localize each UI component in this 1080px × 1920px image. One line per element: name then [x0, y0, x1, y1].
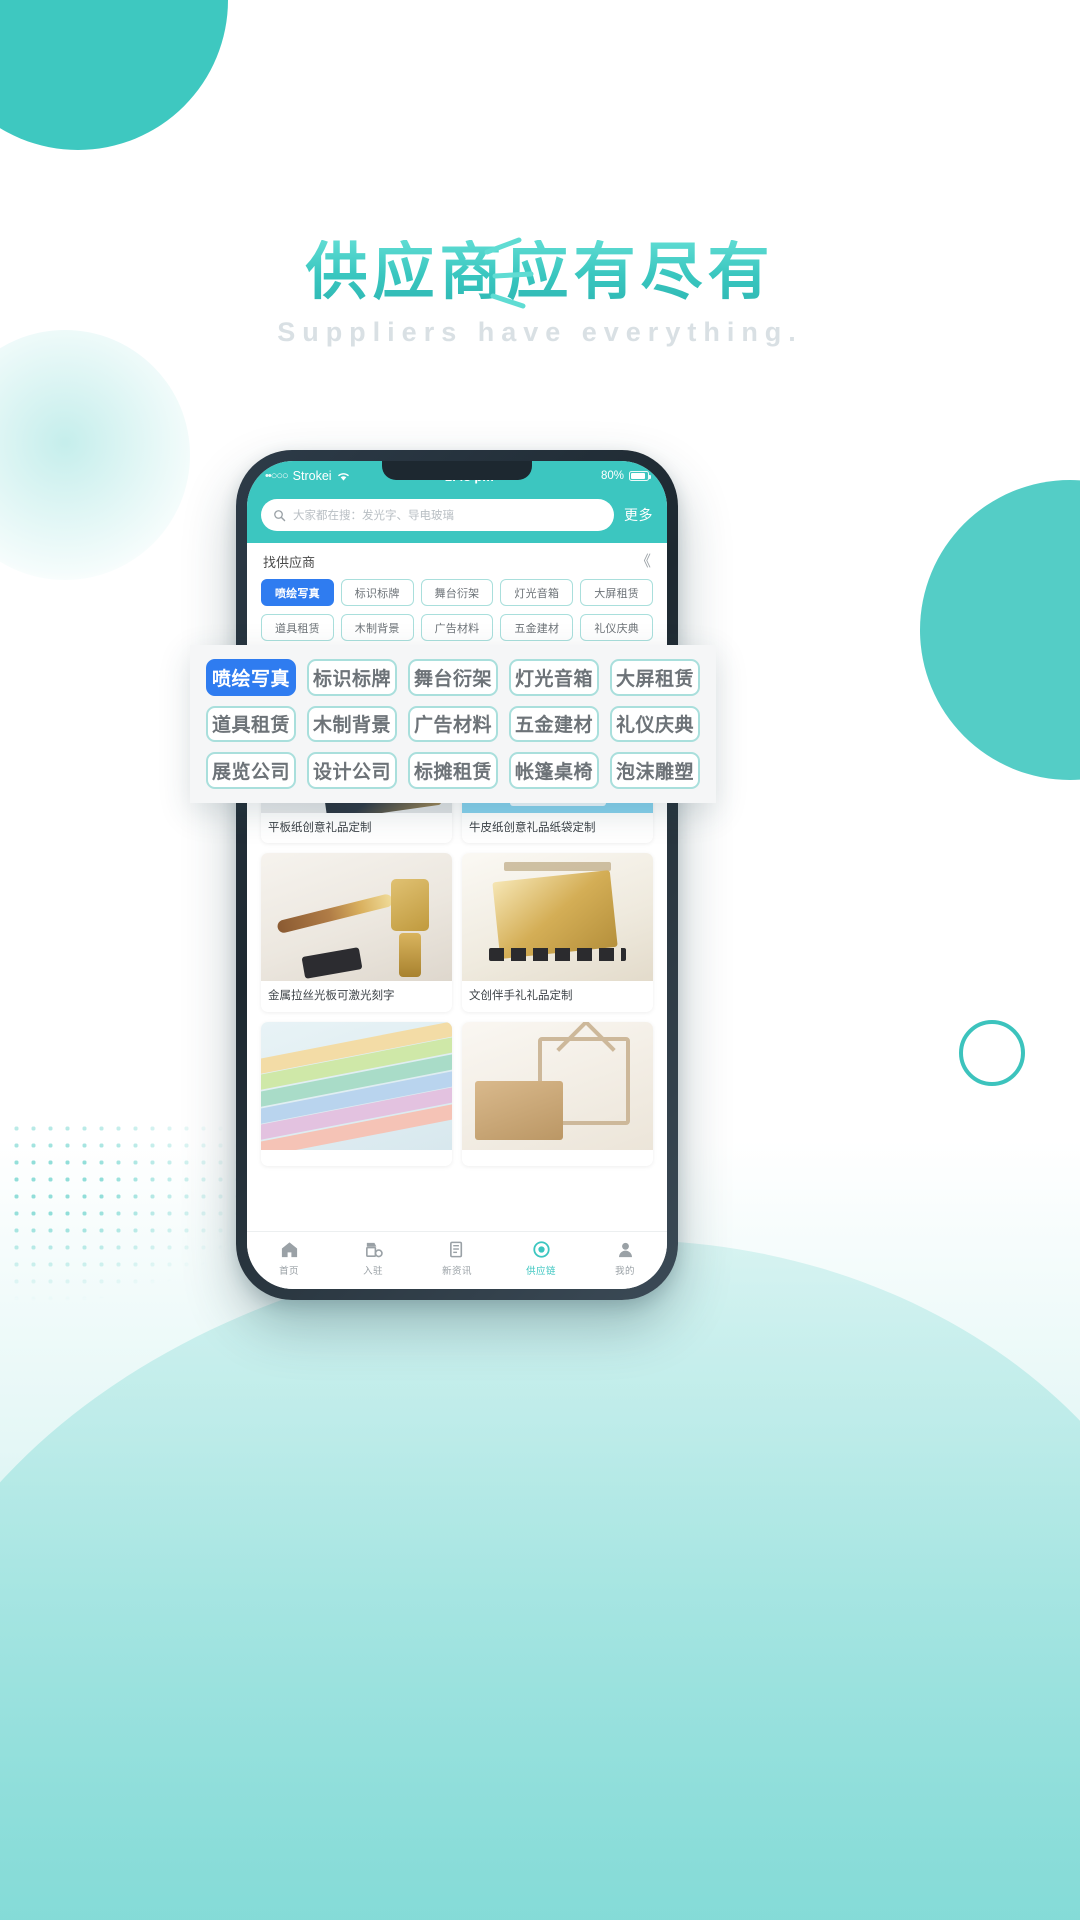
product-card[interactable]: 金属拉丝光板可激光刻字 — [261, 853, 452, 1012]
section-header-find-supplier: 找供应商 《 — [247, 543, 667, 576]
category-chip[interactable]: 大屏租赁 — [580, 579, 653, 606]
magnified-category-chip[interactable]: 礼仪庆典 — [610, 705, 700, 743]
decor-circle-right — [920, 480, 1080, 780]
home-icon — [280, 1240, 299, 1259]
chevron-double-left-icon[interactable]: 《 — [636, 554, 651, 569]
tab-label: 入驻 — [363, 1265, 383, 1277]
tab-我的[interactable]: 我的 — [583, 1240, 667, 1277]
magnified-category-chip[interactable]: 灯光音箱 — [509, 659, 599, 696]
search-input[interactable]: 大家都在搜：发光字、导电玻璃 — [293, 507, 454, 523]
magnified-category-chip[interactable]: 泡沫雕塑 — [610, 752, 700, 789]
product-card[interactable] — [462, 1021, 653, 1166]
user-icon — [616, 1240, 635, 1259]
product-grid-row-3 — [247, 1021, 667, 1166]
carrier-label: Strokei — [292, 469, 332, 483]
pastel-markers-image — [261, 1021, 452, 1150]
category-chip[interactable]: 舞台衍架 — [420, 579, 494, 606]
page-title: 供应商应有尽有 — [305, 238, 775, 307]
category-chip[interactable]: 灯光音箱 — [500, 579, 574, 606]
hero-text-block: 供应商应有尽有 Suppliers have everything. — [0, 237, 1080, 348]
tab-入驻[interactable]: 入驻 — [331, 1240, 415, 1277]
decor-circle-top-left — [0, 0, 228, 150]
status-bar-left: ••○○○ Strokei — [265, 469, 350, 483]
magnified-category-chip[interactable]: 展览公司 — [206, 752, 296, 789]
shop-join-icon — [364, 1240, 383, 1259]
product-caption — [462, 1150, 653, 1166]
tab-供应链[interactable]: 供应链 — [499, 1240, 583, 1277]
category-chip[interactable]: 礼仪庆典 — [580, 614, 653, 641]
status-bar-right: 80% — [600, 470, 652, 482]
tab-label: 供应链 — [526, 1265, 556, 1277]
product-caption: 牛皮纸创意礼品纸袋定制 — [469, 822, 596, 834]
tab-label: 首页 — [279, 1265, 299, 1277]
category-chip[interactable]: 道具租赁 — [261, 614, 334, 641]
category-chip[interactable]: 木制背景 — [340, 614, 414, 641]
magnified-category-chip[interactable]: 喷绘写真 — [206, 659, 296, 696]
page-subtitle: Suppliers have everything. — [277, 317, 803, 348]
section-title: 找供应商 — [263, 555, 316, 570]
brass-pen-bookmark-image — [261, 853, 452, 982]
product-card[interactable]: 文创伴手礼礼品定制 — [462, 853, 653, 1012]
battery-percent-label: 80% — [600, 470, 624, 482]
tab-首页[interactable]: 首页 — [247, 1240, 331, 1277]
magnified-chip-grid: 喷绘写真 标识标牌 舞台衍架 灯光音箱 大屏租赁道具租赁 木制背景 广告材料 五金建材 礼仪庆典… — [206, 659, 700, 789]
magnified-category-chip[interactable]: 设计公司 — [307, 752, 397, 789]
supply-chain-icon — [532, 1240, 551, 1259]
battery-icon — [629, 471, 652, 481]
category-chip[interactable]: 喷绘写真 — [261, 579, 334, 606]
tab-新资讯[interactable]: 新资讯 — [415, 1240, 499, 1277]
magnified-category-chip[interactable]: 标识标牌 — [307, 659, 397, 696]
wooden-desk-room-image — [462, 1021, 653, 1150]
product-caption: 文创伴手礼礼品定制 — [469, 990, 573, 1003]
decor-ring-outline — [959, 1020, 1025, 1086]
bottom-tab-bar: 首页 入驻 新资讯 供应链 我的 — [247, 1231, 667, 1289]
magnified-category-chip[interactable]: 广告材料 — [408, 705, 498, 743]
app-header: 大家都在搜：发光字、导电玻璃 更多 — [247, 491, 667, 543]
product-caption — [261, 1150, 452, 1166]
phone-screen: ••○○○ Strokei 1:43 pm 80% 大家都在搜：发光字、导 — [247, 461, 667, 1289]
more-button[interactable]: 更多 — [624, 505, 653, 525]
decor-circle-soft-left — [0, 330, 190, 580]
magnified-category-chip[interactable]: 舞台衍架 — [408, 659, 498, 696]
phone-mockup: ••○○○ Strokei 1:43 pm 80% 大家都在搜：发光字、导 — [236, 450, 678, 1300]
product-caption: 平板纸创意礼品定制 — [268, 822, 372, 834]
magnified-category-chip[interactable]: 大屏租赁 — [610, 659, 700, 696]
search-icon — [274, 509, 286, 521]
magnified-category-chip[interactable]: 标摊租赁 — [408, 752, 498, 789]
news-icon — [448, 1240, 467, 1259]
category-chip[interactable]: 标识标牌 — [340, 579, 414, 606]
sparkle-icon — [484, 237, 533, 309]
phone-notch — [382, 461, 532, 480]
tab-label: 我的 — [615, 1265, 635, 1277]
magnified-chip-overlay: 喷绘写真 标识标牌 舞台衍架 灯光音箱 大屏租赁道具租赁 木制背景 广告材料 五金建材 礼仪庆典… — [190, 645, 716, 803]
decor-dot-grid — [8, 1120, 248, 1310]
product-grid-row-2: 金属拉丝光板可激光刻字 文创伴手礼礼品定制 — [247, 853, 667, 1012]
magnified-category-chip[interactable]: 道具租赁 — [206, 705, 296, 743]
category-chip[interactable]: 五金建材 — [500, 614, 574, 641]
magnified-category-chip[interactable]: 木制背景 — [307, 705, 397, 743]
product-card[interactable] — [261, 1021, 452, 1166]
tab-label: 新资讯 — [442, 1265, 472, 1277]
search-bar[interactable]: 大家都在搜：发光字、导电玻璃 — [261, 499, 614, 531]
cultural-gift-set-image — [462, 853, 653, 982]
wifi-icon — [337, 472, 349, 481]
product-caption: 金属拉丝光板可激光刻字 — [268, 990, 395, 1003]
magnified-category-chip[interactable]: 五金建材 — [509, 705, 599, 743]
magnified-category-chip[interactable]: 帐篷桌椅 — [509, 752, 599, 789]
signal-dots-icon: ••○○○ — [265, 470, 289, 482]
category-chip[interactable]: 广告材料 — [420, 614, 494, 641]
